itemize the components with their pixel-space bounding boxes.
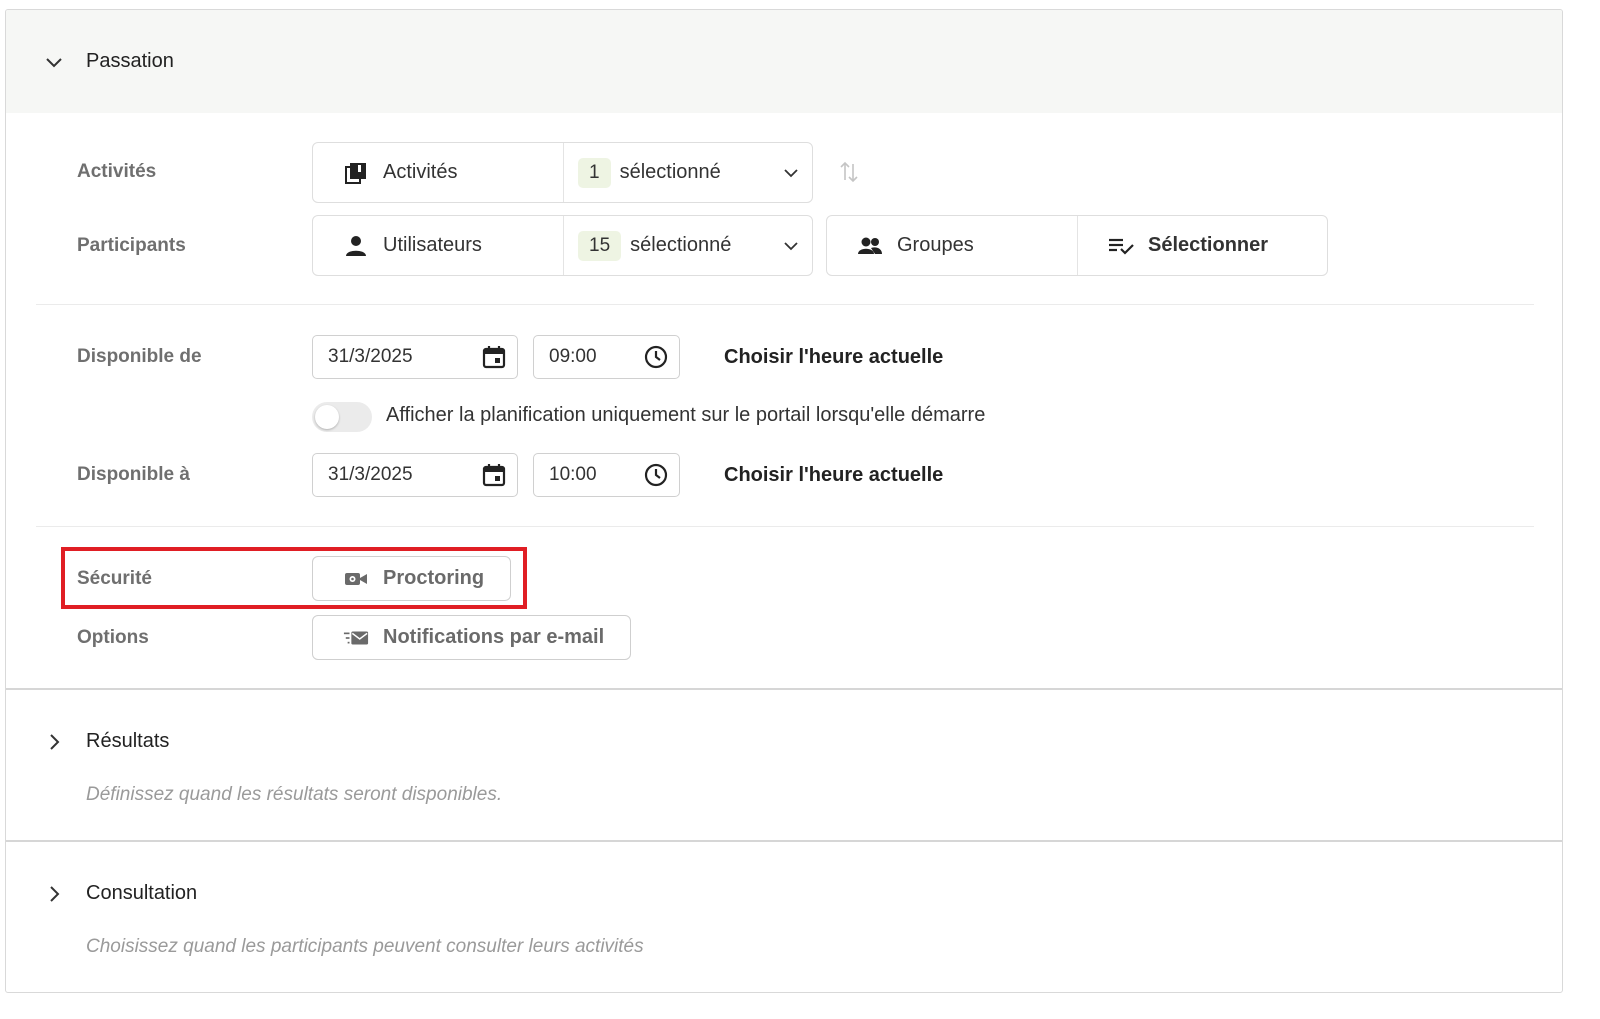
users-selector: Utilisateurs 15 sélectionné [312, 215, 813, 276]
start-now-button[interactable]: Choisir l'heure actuelle [724, 346, 943, 369]
calendar-icon[interactable] [481, 344, 507, 370]
groups-select-button[interactable]: Sélectionner [1077, 216, 1329, 275]
activities-source-label: Activités [383, 161, 458, 183]
users-source[interactable]: Utilisateurs [313, 216, 563, 275]
chevron-down-icon [784, 241, 798, 250]
section-subtitle-resultats: Définissez quand les résultats seront di… [86, 784, 503, 805]
email-fast-icon [343, 625, 369, 651]
portal-schedule-toggle[interactable] [312, 402, 372, 432]
chevron-right-icon[interactable] [44, 732, 64, 752]
users-count-badge: 15 [578, 230, 622, 261]
section-title-passation: Passation [86, 50, 174, 72]
groups-source-label: Groupes [897, 234, 974, 256]
end-time-input[interactable]: 10:00 [533, 453, 680, 497]
divider [36, 304, 1534, 305]
label-disponible-de: Disponible de [77, 346, 202, 367]
activities-count-suffix: sélectionné [619, 161, 721, 183]
section-title-consultation: Consultation [86, 882, 198, 904]
toggle-knob [315, 405, 339, 429]
label-disponible-a: Disponible à [77, 464, 190, 485]
label-options: Options [77, 627, 149, 648]
section-passation-header[interactable]: Passation [6, 10, 1562, 113]
section-subtitle-consultation: Choisissez quand les participants peuven… [86, 936, 644, 957]
activities-count-badge: 1 [578, 157, 611, 188]
schedule-settings-card: Passation Activités Activités 1 sélectio… [5, 9, 1563, 993]
group-icon [857, 233, 883, 259]
activities-count-dropdown[interactable]: 1 sélectionné [563, 143, 814, 202]
portal-schedule-toggle-label: Afficher la planification uniquement sur… [386, 404, 986, 426]
library-icon [343, 160, 369, 186]
groups-selector: Groupes Sélectionner [826, 215, 1328, 276]
activities-source[interactable]: Activités [313, 143, 563, 202]
highlight-box [61, 547, 527, 609]
activities-selector: Activités 1 sélectionné [312, 142, 813, 203]
end-time-value: 10:00 [549, 464, 597, 485]
section-title-resultats: Résultats [86, 730, 170, 752]
start-time-input[interactable]: 09:00 [533, 335, 680, 379]
section-divider [6, 688, 1562, 690]
person-icon [343, 233, 369, 259]
clock-icon[interactable] [643, 462, 669, 488]
start-time-value: 09:00 [549, 346, 597, 367]
calendar-icon[interactable] [481, 462, 507, 488]
email-notifications-label: Notifications par e-mail [383, 626, 605, 648]
label-activites: Activités [77, 161, 157, 182]
section-resultats-header[interactable]: Résultats [6, 710, 1562, 770]
users-source-label: Utilisateurs [383, 234, 482, 256]
users-count-dropdown[interactable]: 15 sélectionné [563, 216, 814, 275]
label-participants: Participants [77, 235, 186, 256]
start-date-value: 31/3/2025 [328, 346, 413, 367]
end-now-button[interactable]: Choisir l'heure actuelle [724, 464, 943, 487]
groups-source[interactable]: Groupes [827, 216, 1077, 275]
section-divider [6, 840, 1562, 842]
chevron-right-icon[interactable] [44, 884, 64, 904]
section-consultation-header[interactable]: Consultation [6, 862, 1562, 922]
sort-icon[interactable] [838, 160, 860, 184]
checklist-icon [1108, 233, 1134, 259]
end-date-input[interactable]: 31/3/2025 [312, 453, 518, 497]
divider [36, 526, 1534, 527]
groups-select-label: Sélectionner [1148, 234, 1269, 256]
clock-icon[interactable] [643, 344, 669, 370]
chevron-down-icon [784, 168, 798, 177]
start-date-input[interactable]: 31/3/2025 [312, 335, 518, 379]
email-notifications-button[interactable]: Notifications par e-mail [312, 615, 631, 660]
chevron-down-icon[interactable] [44, 52, 64, 72]
users-count-suffix: sélectionné [630, 234, 732, 256]
end-date-value: 31/3/2025 [328, 464, 413, 485]
